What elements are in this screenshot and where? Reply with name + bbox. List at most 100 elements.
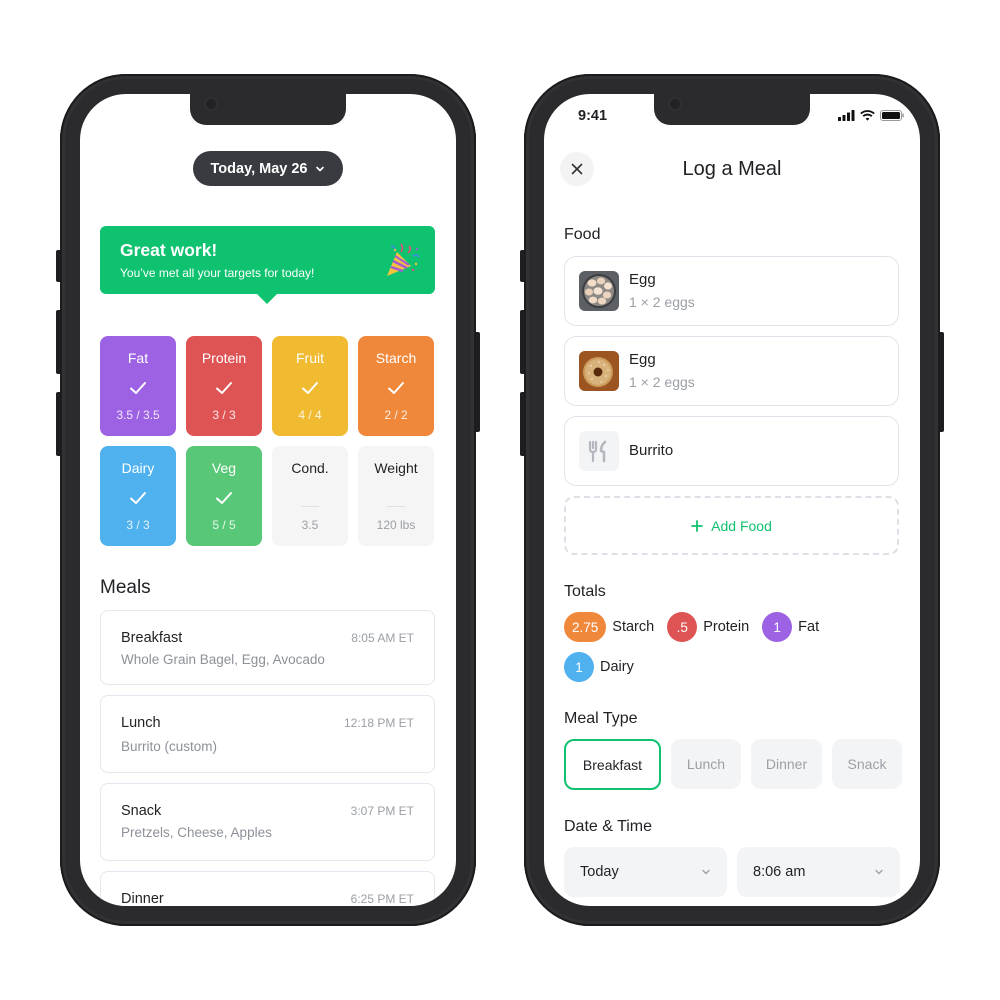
total-chip-dairy: 1 Dairy: [564, 652, 634, 682]
target-tile-dairy[interactable]: Dairy 3 / 3: [100, 446, 176, 546]
phone-frame-right: 9:41 Log a Meal Food Egg 1 × 2 eggs Egg …: [520, 74, 944, 926]
food-name: Burrito: [629, 442, 674, 459]
meal-name: Dinner: [121, 891, 164, 906]
total-label: Dairy: [600, 659, 634, 675]
mute-switch: [520, 250, 524, 282]
meals-heading: Meals: [100, 577, 151, 598]
tile-value: 120 lbs: [376, 518, 416, 532]
meal-type-breakfast[interactable]: Breakfast: [564, 739, 661, 790]
add-food-button[interactable]: Add Food: [564, 496, 899, 555]
total-value: 2.75: [564, 612, 607, 642]
total-label: Starch: [612, 619, 655, 635]
meal-card-lunch[interactable]: Lunch 12:18 PM ET Burrito (custom): [100, 695, 435, 773]
target-tile-veg[interactable]: Veg 5 / 5: [186, 446, 262, 546]
checkmark-icon: [130, 382, 146, 394]
checkmark-icon: [216, 492, 232, 504]
meal-time: 12:18 PM ET: [343, 716, 414, 730]
food-item[interactable]: Egg 1 × 2 eggs: [564, 336, 899, 406]
chevron-down-icon: [875, 869, 883, 875]
food-quantity: 1 × 2 eggs: [629, 374, 695, 390]
totals-row: 2.75 Starch .5 Protein 1 Fat: [564, 612, 819, 642]
tile-value: 5 / 5: [212, 518, 236, 532]
banner-pointer: [257, 294, 277, 304]
camera: [204, 97, 218, 111]
checkmark-icon: [130, 492, 146, 504]
tile-name: Fruit: [296, 350, 324, 366]
meal-items: Pretzels, Cheese, Apples: [121, 825, 272, 840]
totals-section-label: Totals: [564, 583, 606, 600]
meal-type-snack[interactable]: Snack: [832, 739, 902, 789]
target-tile-weight[interactable]: Weight 120 lbs: [358, 446, 434, 546]
meal-card-snack[interactable]: Snack 3:07 PM ET Pretzels, Cheese, Apple…: [100, 783, 435, 861]
total-chip-starch: 2.75 Starch: [564, 612, 654, 642]
volume-down-button: [520, 392, 524, 456]
food-name: Egg: [629, 271, 656, 288]
total-label: Fat: [798, 619, 820, 635]
total-chip-protein: .5 Protein: [667, 612, 749, 642]
power-button: [940, 332, 944, 432]
meal-type-selector: Breakfast Lunch Dinner Snack: [564, 739, 902, 790]
meal-type-section-label: Meal Type: [564, 710, 638, 727]
total-chip-fat: 1 Fat: [762, 612, 819, 642]
target-tile-fat[interactable]: Fat 3.5 / 3.5: [100, 336, 176, 436]
meal-time: 3:07 PM ET: [350, 804, 414, 818]
volume-up-button: [520, 310, 524, 374]
tile-value: 3.5 / 3.5: [116, 408, 160, 422]
meal-name: Breakfast: [121, 630, 183, 646]
tile-value: 4 / 4: [298, 408, 322, 422]
notch: [190, 94, 346, 125]
tile-name: Protein: [201, 350, 247, 366]
success-banner: Great work! You’ve met all your targets …: [100, 226, 435, 304]
total-value: 1: [564, 652, 594, 682]
status-time: 9:41: [578, 108, 608, 124]
food-item[interactable]: Burrito: [564, 416, 899, 486]
total-value: .5: [667, 612, 698, 642]
battery-icon: [880, 110, 904, 121]
time-select[interactable]: 8:06 am: [737, 847, 900, 897]
cellular-signal-icon: [838, 110, 855, 121]
checkmark-icon: [302, 382, 318, 394]
tile-value: 3 / 3: [212, 408, 236, 422]
dashboard-screen: Today, May 26 Great work! You’ve met all…: [80, 94, 456, 906]
tile-value: 2 / 2: [384, 408, 408, 422]
meal-card-dinner[interactable]: Dinner 6:25 PM ET: [100, 871, 435, 906]
status-icons: [838, 110, 904, 121]
total-value: 1: [762, 612, 793, 642]
total-label: Protein: [703, 619, 750, 635]
banner-subtitle: You’ve met all your targets for today!: [120, 266, 315, 280]
volume-up-button: [56, 310, 60, 374]
date-label: Today, May 26: [210, 160, 308, 177]
fork-knife-icon: [579, 431, 619, 471]
checkmark-icon: [216, 382, 232, 394]
checkmark-icon: [388, 382, 404, 394]
log-meal-screen: 9:41 Log a Meal Food Egg 1 × 2 eggs Egg …: [544, 94, 920, 906]
date-select[interactable]: Today: [564, 847, 727, 897]
food-section-label: Food: [564, 226, 601, 243]
target-tile-starch[interactable]: Starch 2 / 2: [358, 336, 434, 436]
date-selector[interactable]: Today, May 26: [193, 151, 343, 186]
chevron-down-icon: [316, 166, 325, 171]
add-food-label: Add Food: [711, 517, 772, 534]
meal-items: Burrito (custom): [121, 739, 218, 754]
bagel-photo: [579, 351, 619, 391]
date-time-section-label: Date & Time: [564, 818, 653, 835]
target-tile-fruit[interactable]: Fruit 4 / 4: [272, 336, 348, 436]
food-item[interactable]: Egg 1 × 2 eggs: [564, 256, 899, 326]
eggs-photo: [579, 271, 619, 311]
meal-items: Whole Grain Bagel, Egg, Avocado: [121, 652, 325, 667]
power-button: [476, 332, 480, 432]
meal-type-dinner[interactable]: Dinner: [751, 739, 822, 789]
notch: [654, 94, 810, 125]
target-tile-protein[interactable]: Protein 3 / 3: [186, 336, 262, 436]
meal-card-breakfast[interactable]: Breakfast 8:05 AM ET Whole Grain Bagel, …: [100, 610, 435, 685]
plus-icon: [691, 519, 704, 532]
wifi-icon: [860, 110, 875, 121]
target-tile-condiments[interactable]: Cond. 3.5: [272, 446, 348, 546]
page-title: Log a Meal: [682, 158, 782, 180]
totals-row: 1 Dairy: [564, 652, 634, 682]
banner-title: Great work!: [120, 240, 218, 260]
divider: [301, 506, 319, 507]
meal-type-lunch[interactable]: Lunch: [671, 739, 741, 789]
tile-name: Dairy: [121, 460, 155, 476]
chevron-down-icon: [702, 869, 710, 875]
